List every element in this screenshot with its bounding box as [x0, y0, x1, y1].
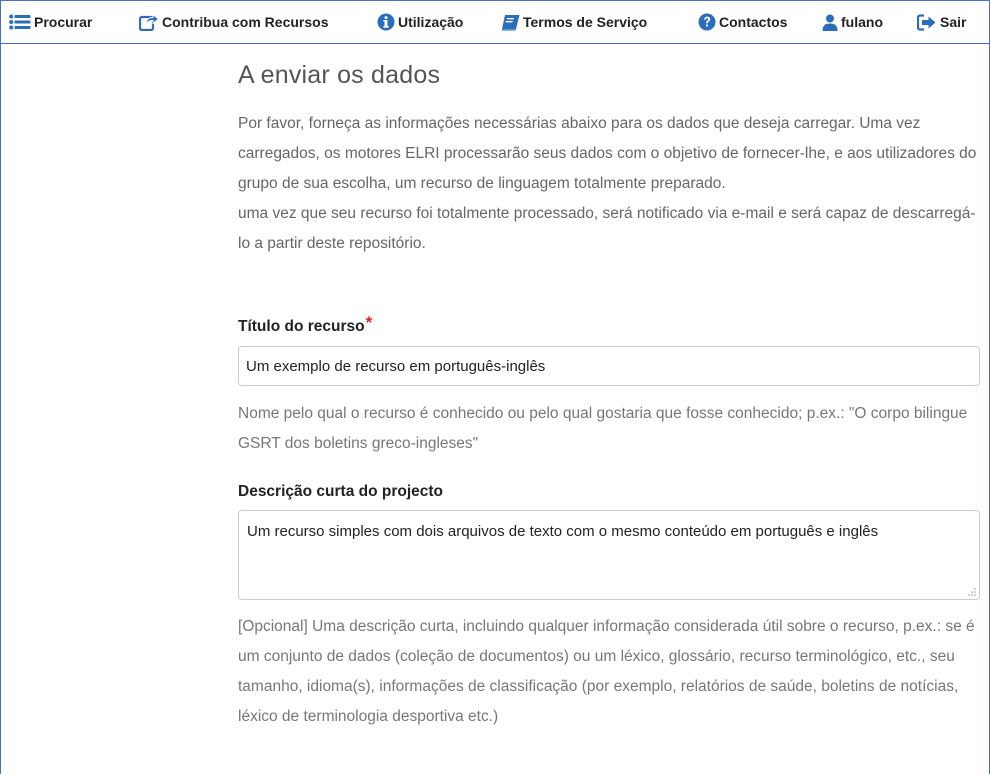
- app-window: Procurar Contribua com Recursos Utilizaç…: [0, 0, 990, 774]
- nav-label: Utilização: [398, 14, 464, 30]
- nav-label: Contactos: [719, 14, 788, 30]
- page-title: A enviar os dados: [238, 61, 441, 89]
- intro-text: Por favor, forneça as informações necess…: [238, 109, 982, 259]
- title-label-text: Título do recurso: [238, 318, 365, 335]
- nav-sair[interactable]: Sair: [917, 1, 966, 43]
- sign-out-icon: [917, 13, 937, 31]
- list-icon: [9, 14, 31, 30]
- description-help-text: [Opcional] Uma descrição curta, incluind…: [238, 618, 975, 725]
- description-value: Um recurso simples com dois arquivos de …: [247, 523, 879, 540]
- nav-contribua[interactable]: Contribua com Recursos: [139, 1, 328, 43]
- intro-paragraph: Por favor, forneça as informações necess…: [238, 115, 977, 192]
- nav-label: fulano: [841, 14, 883, 30]
- share-icon: [139, 13, 159, 31]
- nav-contactos[interactable]: Contactos: [698, 1, 787, 43]
- title-help-text: Nome pelo qual o recurso é conhecido ou …: [238, 405, 968, 452]
- info-icon: [377, 13, 395, 31]
- nav-procurar[interactable]: Procurar: [9, 1, 92, 43]
- nav-label: Sair: [940, 14, 967, 30]
- user-icon: [822, 14, 838, 31]
- nav-termos[interactable]: Termos de Serviço: [501, 1, 647, 43]
- nav-label: Termos de Serviço: [523, 14, 648, 30]
- question-icon: [698, 13, 716, 31]
- nav-user-fulano[interactable]: fulano: [822, 1, 883, 43]
- description-textarea[interactable]: Um recurso simples com dois arquivos de …: [238, 510, 980, 600]
- required-asterisk: *: [365, 313, 373, 332]
- nav-utilizacao[interactable]: Utilização: [377, 1, 463, 43]
- resize-handle-icon[interactable]: [968, 588, 976, 596]
- nav-label: Procurar: [34, 14, 93, 30]
- book-icon: [501, 14, 520, 31]
- description-field-label: Descrição curta do projecto: [238, 483, 444, 500]
- title-field-label: Título do recurso*: [238, 313, 372, 336]
- intro-paragraph: uma vez que seu recurso foi totalmente p…: [238, 205, 976, 252]
- resource-title-input[interactable]: [238, 346, 980, 386]
- top-navbar: Procurar Contribua com Recursos Utilizaç…: [1, 1, 989, 44]
- nav-label: Contribua com Recursos: [162, 14, 329, 30]
